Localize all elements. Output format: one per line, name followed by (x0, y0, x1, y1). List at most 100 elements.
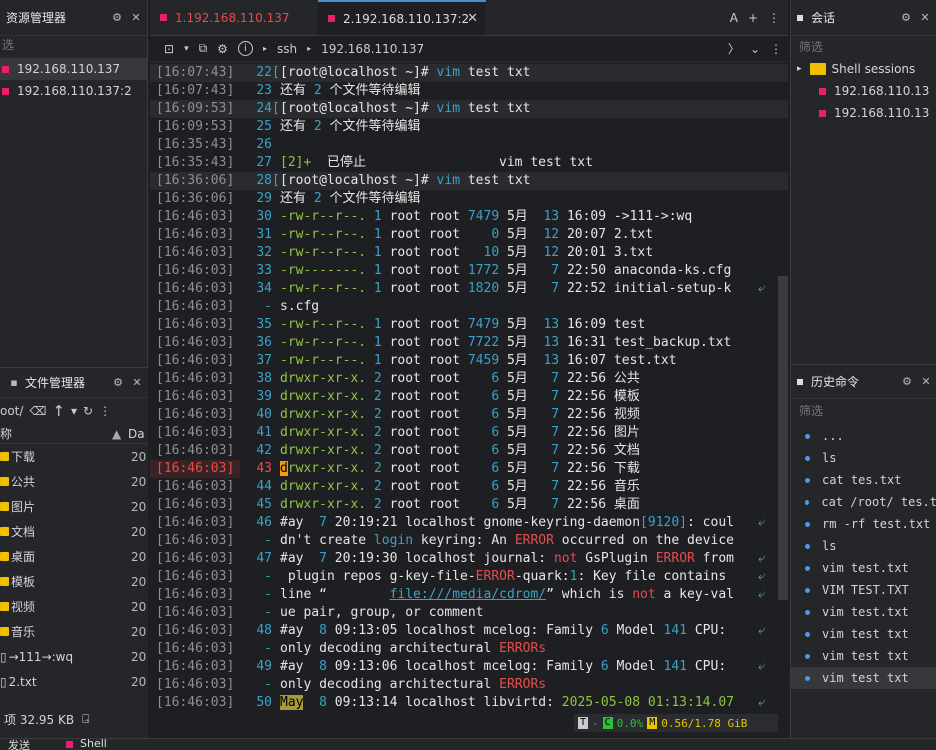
file-row[interactable]: ▯ 2.txt 20 (0, 669, 148, 694)
file-manager-icon: ▪ (10, 376, 18, 389)
file-row[interactable]: 下载 20 (0, 444, 148, 469)
line-number: 42 (256, 443, 272, 458)
line-gutter (272, 514, 280, 532)
sort-icon[interactable]: ▲ (112, 427, 121, 441)
session-item[interactable]: 192.168.110.137:2 (0, 80, 147, 102)
history-item[interactable]: ls (791, 447, 936, 469)
terminal-line: [16:36:06] 29 还有 2 个文件等待编辑 (150, 190, 788, 208)
file-row[interactable]: 公共 20 (0, 469, 148, 494)
tab-session-1[interactable]: 1.192.168.110.137 (150, 0, 318, 35)
line-number: - (264, 587, 272, 602)
line-timestamp: [16:36:06] (156, 191, 235, 206)
terminal-output[interactable]: [16:07:43] 22[[root@localhost ~]# vim tes… (150, 64, 788, 714)
line-number: 35 (256, 317, 272, 332)
session-item[interactable]: 192.168.110.137 (0, 58, 147, 80)
line-gutter (272, 478, 280, 496)
history-item[interactable]: rm -rf test.txt (791, 513, 936, 535)
wrap-icon: ⤶ (758, 659, 766, 674)
line-gutter (272, 334, 280, 352)
file-row[interactable]: 桌面 20 (0, 544, 148, 569)
close-icon[interactable]: ✕ (917, 11, 933, 24)
shell-tab[interactable]: Shell (80, 739, 107, 750)
session-item[interactable]: 192.168.110.13 (791, 102, 936, 124)
line-text: only decoding architectural ERRORs (280, 641, 547, 656)
clear-path-icon[interactable]: ⌫ (29, 404, 46, 418)
session-item[interactable]: 192.168.110.13 (791, 80, 936, 102)
sessions-filter-input[interactable]: 筛选 (791, 36, 936, 58)
send-tab[interactable]: 发送 (8, 739, 30, 750)
file-row[interactable]: 文档 20 (0, 519, 148, 544)
history-item[interactable]: vim test txt (791, 623, 936, 645)
more-icon[interactable]: ⋮ (770, 42, 782, 56)
history-item[interactable]: VIM TEST.TXT (791, 579, 936, 601)
close-icon[interactable]: ✕ (128, 11, 144, 24)
up-arrow-icon[interactable]: ↑ (52, 402, 65, 420)
file-permissions: -rw-------. (280, 263, 367, 278)
line-text: -rw-r--r--. 1 root root 10 5月 12 20:01 3… (280, 245, 654, 260)
gear-icon[interactable]: ⚙ (898, 11, 914, 24)
file-path-input[interactable]: oot/ (0, 404, 23, 418)
folder-icon (0, 477, 9, 486)
dropdown-icon[interactable]: ▾ (71, 404, 77, 418)
terminal-line: [16:35:43] 26 (150, 136, 788, 154)
session-color-icon (819, 109, 826, 117)
close-icon[interactable]: ✕ (918, 375, 934, 388)
bullet-icon (805, 631, 810, 637)
close-tab-icon[interactable]: ✕ (467, 11, 478, 26)
history-item[interactable]: ... (791, 425, 936, 447)
terminal-scrollbar[interactable] (778, 276, 788, 600)
file-row[interactable]: 音乐 20 (0, 619, 148, 644)
file-row[interactable]: ▯ →111→:wq 20 (0, 644, 148, 669)
terminal-line: [16:46:03] 48 #ay 8 09:13:05 localhost mce… (150, 622, 788, 640)
dropdown-icon[interactable]: ▾ (184, 44, 189, 54)
file-manager-header: ▪ 文件管理器 ⚙ ✕ (0, 368, 148, 398)
line-text: ue pair, group, or comment (280, 605, 484, 620)
history-item[interactable]: vim test txt (791, 645, 936, 667)
resource-filter-input[interactable]: 选 (0, 36, 147, 54)
info-icon[interactable]: i (237, 41, 253, 56)
line-number: 23 (256, 83, 272, 98)
terminal-line: [16:46:03] - dn't create login keyring: An… (150, 532, 788, 550)
history-item[interactable]: cat /root/ tes.t (791, 491, 936, 513)
file-row[interactable]: 视频 20 (0, 594, 148, 619)
refresh-icon[interactable]: ↻ (83, 404, 93, 418)
line-number: 33 (256, 263, 272, 278)
transfer-icon[interactable]: ⍈ (82, 712, 89, 727)
history-item[interactable]: vim test.txt (791, 557, 936, 579)
more-icon[interactable]: ⋮ (768, 11, 780, 25)
line-number: 32 (256, 245, 272, 260)
file-row[interactable]: 图片 20 (0, 494, 148, 519)
history-item[interactable]: vim test txt (791, 667, 936, 689)
font-size-icon[interactable]: A (730, 11, 738, 25)
history-item[interactable]: cat tes.txt (791, 469, 936, 491)
settings-icon[interactable]: ⚙ (217, 42, 228, 56)
bullet-icon (805, 433, 810, 439)
add-tab-icon[interactable]: + (748, 11, 758, 25)
col-name-header[interactable]: 称 (0, 425, 12, 442)
terminal-line: [16:46:03] 34 -rw-r--r--. 1 root root 1820… (150, 280, 788, 298)
gear-icon[interactable]: ⚙ (109, 11, 125, 24)
gear-icon[interactable]: ⚙ (110, 376, 126, 389)
line-text: drwxr-xr-x. 2 root root 6 5月 7 22:56 公共 (280, 371, 640, 386)
sessions-header: 会话 ⚙ ✕ (791, 0, 936, 36)
gear-icon[interactable]: ⚙ (899, 375, 915, 388)
history-filter-input[interactable]: 筛选 (791, 399, 936, 423)
col-date-header[interactable]: Da (128, 427, 145, 441)
external-link-icon[interactable]: ⧉ (199, 41, 208, 56)
chevron-right-icon[interactable]: 〉 (728, 40, 740, 57)
line-timestamp: [16:46:03] (156, 407, 235, 422)
line-number: 26 (256, 137, 272, 152)
bullet-icon (805, 675, 810, 681)
file-row[interactable]: 模板 20 (0, 569, 148, 594)
new-session-icon[interactable]: ⊡ (164, 42, 174, 56)
file-permissions: rwxr-xr-x. (287, 461, 367, 476)
history-item[interactable]: vim test.txt (791, 601, 936, 623)
history-item[interactable]: ls (791, 535, 936, 557)
line-gutter (272, 316, 280, 334)
close-icon[interactable]: ✕ (129, 376, 145, 389)
session-folder[interactable]: ▸ Shell sessions (791, 58, 936, 80)
chevron-down-icon[interactable]: ⌄ (750, 42, 760, 56)
wrap-icon: ⤶ (758, 551, 766, 566)
tab-session-2[interactable]: 2.192.168.110.137:2 ✕ (318, 0, 486, 35)
more-icon[interactable]: ⋮ (99, 404, 111, 418)
